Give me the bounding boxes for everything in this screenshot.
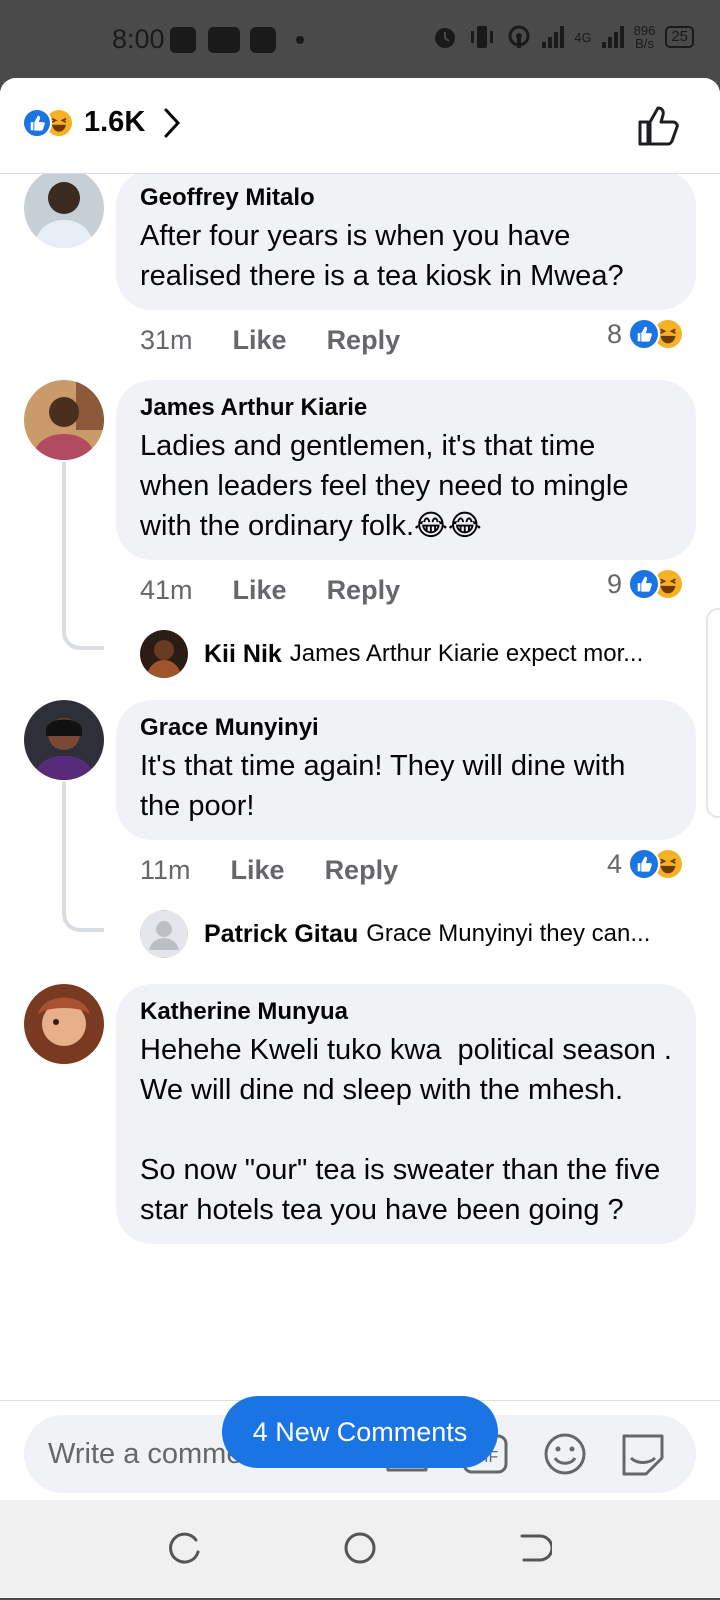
back-icon[interactable] [516,1530,552,1566]
comment-time: 31m [140,324,193,355]
comment-bubble[interactable]: Geoffrey Mitalo After four years is when… [116,174,696,310]
comment-reaction-count: 9 [606,568,622,599]
like-reaction-icon [22,107,52,138]
reply-button[interactable]: Reply [325,855,399,886]
battery-icon: 25 [665,26,694,48]
recents-icon[interactable] [166,1530,202,1566]
sticker-icon[interactable] [618,1430,668,1478]
signal-icon-2 [601,26,624,48]
comment-actions: 41m Like Reply [140,570,440,610]
reply-preview[interactable]: Kii Nik James Arthur Kiarie expect mor..… [140,630,700,678]
reply-author: Patrick Gitau [204,919,359,948]
avatar[interactable] [24,174,104,248]
new-comments-button[interactable]: 4 New Comments [222,1396,498,1468]
comment-reactions[interactable]: 4 [607,848,684,880]
status-bar: 8:00 4G 896 B/s 25 [0,0,720,80]
youtube-icon [208,27,240,53]
comment-author[interactable]: Grace Munyinyi [140,714,672,742]
comment-author[interactable]: Katherine Munyua [140,998,672,1026]
avatar[interactable] [24,984,104,1064]
home-icon[interactable] [342,1530,378,1566]
vibrate-icon [471,26,494,48]
sim-icon [170,27,196,53]
status-time: 8:00 [112,24,165,54]
reply-preview[interactable]: Patrick Gitau Grace Munyinyi they can... [140,910,700,958]
comment-bubble[interactable]: Katherine Munyua Hehehe Kweli tuko kwa p… [116,984,696,1244]
comment-text: Ladies and gentlemen, it's that time whe… [140,430,637,542]
sheet-header: 1.6K [0,78,720,174]
like-button[interactable]: Like [231,855,285,886]
alarm-icon [435,28,456,48]
comment-list: Geoffrey Mitalo After four years is when… [0,174,720,1478]
comment-time: 11m [140,854,191,885]
reply-button[interactable]: Reply [327,575,401,606]
gamepad-icon [250,27,276,53]
comment-author[interactable]: Geoffrey Mitalo [140,184,672,212]
comment-reaction-count: 4 [606,848,622,879]
comment-author[interactable]: James Arthur Kiarie [140,394,672,422]
like-button[interactable]: Like [233,325,287,356]
system-nav-bar [0,1500,720,1598]
signal-icon [542,26,565,48]
network-type: 4G [574,29,592,45]
network-speed: 896 B/s [633,23,656,51]
avatar[interactable] [24,700,104,780]
thread-line [62,462,104,650]
scroll-handle[interactable] [706,608,720,818]
comment-reactions[interactable]: 8 [607,318,684,350]
like-reaction-icon [628,848,660,880]
reply-author: Kii Nik [204,639,282,668]
like-reaction-icon [628,568,660,600]
comment-bubble[interactable]: Grace Munyinyi It's that time again! The… [116,700,696,840]
notification-dot-icon [296,36,304,44]
like-post-button[interactable] [636,104,680,148]
reply-avatar [140,910,188,958]
reaction-count: 1.6K [84,106,146,138]
comments-sheet: 1.6K Geoffrey Mitalo After four years is… [0,78,720,1500]
reply-button[interactable]: Reply [327,325,401,356]
like-reaction-icon [628,318,660,350]
comment-text: Hehehe Kweli tuko kwa political season .… [140,1034,672,1226]
emoji-icon[interactable] [540,1430,590,1478]
chevron-right-icon [164,108,181,137]
comment-actions: 31m Like Reply [140,320,440,360]
thread-line [62,782,104,932]
reply-text: James Arthur Kiarie expect mor... [289,640,644,667]
comment-reactions[interactable]: 9 [607,568,684,600]
comment-actions: 11m Like Reply [140,850,438,890]
reply-text: Grace Munyinyi they can... [366,920,651,947]
comment-bubble[interactable]: James Arthur Kiarie Ladies and gentlemen… [116,380,696,560]
avatar[interactable] [24,380,104,460]
comment-reaction-count: 8 [606,318,622,349]
comment-text: After four years is when you have realis… [140,220,624,292]
reactions-summary[interactable]: 1.6K [22,106,181,139]
like-button[interactable]: Like [233,575,287,606]
comment-time: 41m [140,574,193,605]
reply-avatar [140,630,188,678]
hotspot-icon [508,25,530,48]
comment-text: It's that time again! They will dine wit… [140,750,634,822]
